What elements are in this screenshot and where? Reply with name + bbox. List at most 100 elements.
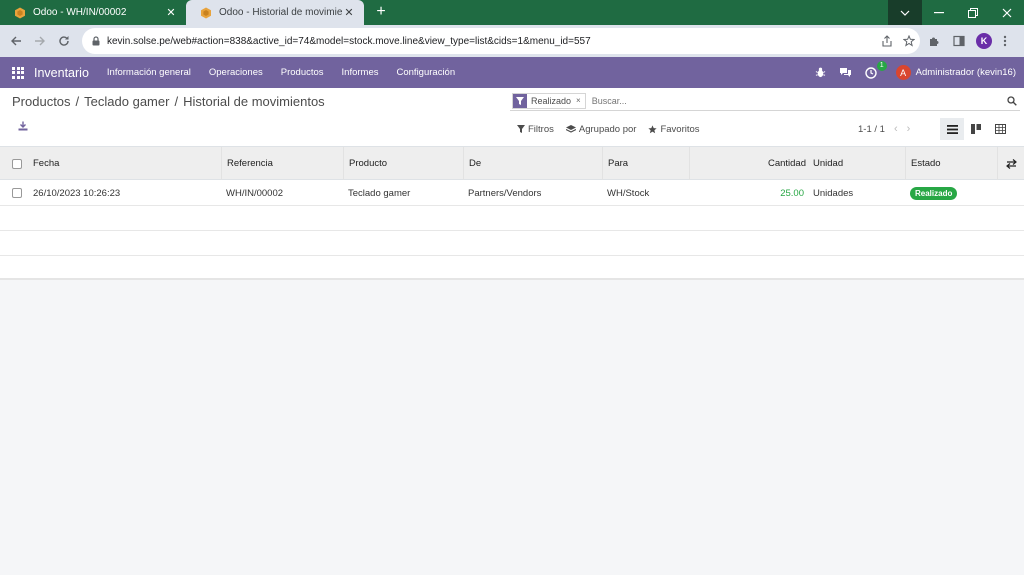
profile-avatar[interactable]: K bbox=[976, 32, 992, 50]
back-arrow-icon[interactable] bbox=[7, 32, 25, 50]
odoo-favicon-icon bbox=[15, 7, 25, 18]
browser-toolbar: kevin.solse.pe/web#action=838&active_id=… bbox=[0, 25, 1024, 57]
cell-para: WH/Stock bbox=[607, 187, 650, 199]
empty-row bbox=[0, 256, 1024, 278]
browser-menu-icon[interactable] bbox=[1003, 32, 1007, 50]
column-header-fecha[interactable]: Fecha bbox=[28, 147, 222, 180]
close-window-icon[interactable] bbox=[990, 0, 1024, 25]
column-header-unidad[interactable]: Unidad bbox=[808, 147, 905, 180]
tab-title: Odoo - WH/IN/00002 bbox=[33, 7, 127, 18]
bug-icon[interactable] bbox=[814, 66, 828, 80]
empty-row bbox=[0, 231, 1024, 256]
browser-tab-strip: Odoo - WH/IN/00002 ✕ Odoo - Historial de… bbox=[0, 0, 1024, 25]
breadcrumb-separator: / bbox=[75, 94, 80, 109]
chat-icon[interactable] bbox=[839, 66, 853, 80]
breadcrumb: Productos / Teclado gamer / Historial de mov… bbox=[12, 94, 325, 109]
filter-icon bbox=[513, 93, 527, 108]
breadcrumb-teclado-gamer[interactable]: Teclado gamer bbox=[84, 94, 169, 109]
odoo-navbar: Inventario Información general Operacion… bbox=[0, 57, 1024, 88]
column-header-para[interactable]: Para bbox=[602, 147, 689, 180]
facet-remove-icon[interactable]: × bbox=[576, 96, 585, 105]
cell-fecha: 26/10/2023 10:26:23 bbox=[33, 187, 121, 199]
menu-configuracion[interactable]: Configuración bbox=[397, 67, 456, 78]
table-row[interactable]: 26/10/2023 10:26:23 WH/IN/00002 Teclado … bbox=[0, 181, 1024, 206]
window-controls bbox=[888, 0, 1024, 25]
menu-informacion-general[interactable]: Información general bbox=[107, 67, 191, 78]
search-options: Filtros Agrupado por Favoritos bbox=[517, 121, 712, 137]
breadcrumb-productos[interactable]: Productos bbox=[12, 94, 71, 109]
kanban-view-icon[interactable] bbox=[964, 118, 988, 140]
cell-de: Partners/Vendors bbox=[468, 187, 542, 199]
column-header-producto[interactable]: Producto bbox=[343, 147, 463, 180]
new-tab-button[interactable]: + bbox=[371, 3, 391, 21]
restore-icon[interactable] bbox=[956, 0, 990, 25]
pager: 1-1 / 1 ‹ › bbox=[858, 121, 910, 137]
column-header-cantidad[interactable]: Cantidad bbox=[689, 147, 809, 180]
download-icon[interactable] bbox=[18, 121, 30, 133]
forward-arrow-icon[interactable] bbox=[31, 32, 49, 50]
browser-tab-historial[interactable]: Odoo - Historial de movimientos ✕ bbox=[186, 0, 364, 25]
layers-icon bbox=[565, 124, 576, 133]
filters-label: Filtros bbox=[528, 123, 554, 135]
favorites-label: Favoritos bbox=[660, 123, 700, 135]
side-panel-icon[interactable] bbox=[953, 32, 965, 50]
close-tab-icon[interactable]: ✕ bbox=[342, 6, 356, 19]
cell-estado: Realizado bbox=[905, 181, 997, 205]
cell-cantidad: 25.00 bbox=[780, 187, 804, 199]
tab-title: Odoo - Historial de movimientos bbox=[219, 7, 342, 18]
select-all-cell bbox=[7, 147, 29, 180]
breadcrumb-current: Historial de movimientos bbox=[183, 94, 325, 109]
navbar-systray: 1 A Administrador (kevin16) bbox=[803, 57, 1016, 88]
cell-referencia: WH/IN/00002 bbox=[226, 187, 284, 199]
search-input[interactable] bbox=[591, 95, 1004, 106]
extensions-puzzle-icon[interactable] bbox=[928, 32, 940, 50]
cell-producto: Teclado gamer bbox=[348, 187, 411, 199]
table-header: Fecha Referencia Producto De Para Cantid… bbox=[0, 146, 1024, 180]
reload-icon[interactable] bbox=[55, 32, 73, 50]
group-by-button[interactable]: Agrupado por bbox=[565, 123, 637, 135]
address-bar[interactable]: kevin.solse.pe/web#action=838&active_id=… bbox=[82, 28, 920, 54]
odoo-favicon-icon bbox=[201, 7, 211, 18]
breadcrumb-separator: / bbox=[174, 94, 179, 109]
browser-tab-wh-in[interactable]: Odoo - WH/IN/00002 ✕ bbox=[0, 0, 186, 25]
pager-value[interactable]: 1-1 / 1 bbox=[858, 124, 885, 135]
row-checkbox[interactable] bbox=[12, 188, 22, 198]
search-icon[interactable] bbox=[1004, 93, 1020, 109]
column-header-referencia[interactable]: Referencia bbox=[221, 147, 343, 180]
menu-productos[interactable]: Productos bbox=[281, 67, 324, 78]
select-all-checkbox[interactable] bbox=[12, 158, 22, 169]
menu-operaciones[interactable]: Operaciones bbox=[209, 67, 263, 78]
user-avatar[interactable]: A bbox=[895, 65, 911, 80]
url-text: kevin.solse.pe/web#action=838&active_id=… bbox=[107, 35, 591, 47]
lock-icon bbox=[92, 36, 100, 46]
column-header-de[interactable]: De bbox=[463, 147, 602, 180]
pager-previous-icon[interactable]: ‹ bbox=[894, 123, 898, 135]
activity-count-badge: 1 bbox=[876, 60, 887, 71]
filters-button[interactable]: Filtros bbox=[517, 124, 554, 135]
minimize-icon[interactable] bbox=[922, 0, 956, 25]
optional-columns-toggle-icon[interactable] bbox=[997, 147, 1024, 180]
close-tab-icon[interactable]: ✕ bbox=[164, 6, 178, 19]
row-select-cell bbox=[7, 181, 29, 205]
list-view-icon[interactable] bbox=[940, 118, 964, 140]
app-name[interactable]: Inventario bbox=[34, 66, 89, 80]
star-icon bbox=[648, 124, 658, 133]
group-by-label: Agrupado por bbox=[578, 123, 637, 135]
bookmark-star-icon[interactable] bbox=[898, 35, 920, 47]
column-header-estado[interactable]: Estado bbox=[905, 147, 997, 180]
tab-search-chevron-icon[interactable] bbox=[888, 0, 922, 25]
view-switcher bbox=[940, 118, 1012, 140]
pager-next-icon[interactable]: › bbox=[907, 123, 911, 135]
search-bar: Realizado × bbox=[510, 91, 1020, 111]
funnel-icon bbox=[517, 125, 525, 133]
share-icon[interactable] bbox=[876, 35, 898, 47]
activity-clock-icon[interactable]: 1 bbox=[864, 60, 887, 80]
pivot-view-icon[interactable] bbox=[988, 118, 1012, 140]
favorites-button[interactable]: Favoritos bbox=[648, 123, 700, 135]
content-background bbox=[0, 280, 1024, 575]
apps-menu-icon[interactable] bbox=[12, 66, 24, 79]
facet-label: Realizado bbox=[531, 95, 572, 106]
search-facet-realizado: Realizado × bbox=[512, 92, 586, 109]
menu-informes[interactable]: Informes bbox=[342, 67, 379, 78]
user-name[interactable]: Administrador (kevin16) bbox=[916, 67, 1016, 78]
